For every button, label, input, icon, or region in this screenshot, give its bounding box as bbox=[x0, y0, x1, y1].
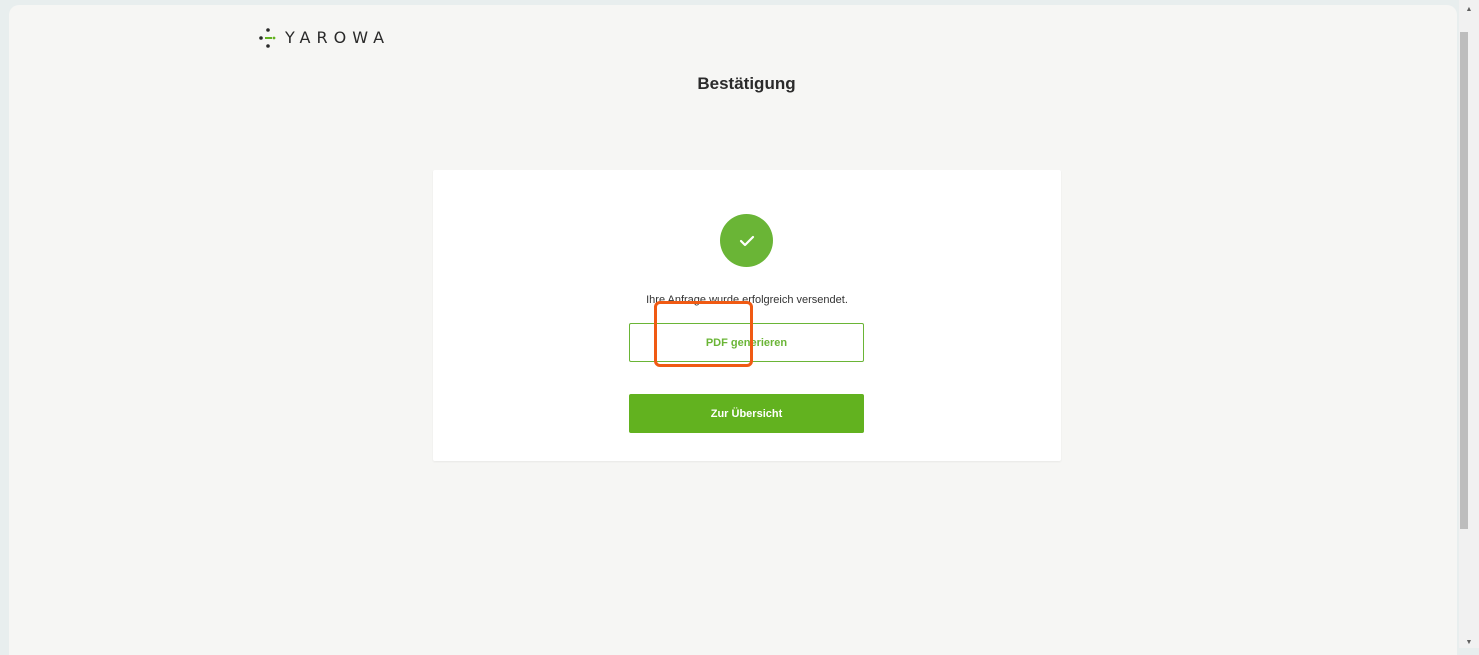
scrollbar-thumb[interactable] bbox=[1460, 32, 1468, 529]
generate-pdf-button[interactable]: PDF generieren bbox=[629, 323, 864, 362]
page-title: Bestätigung bbox=[697, 74, 796, 93]
overview-label: Zur Übersicht bbox=[710, 407, 783, 420]
app-window: YAROWA Bestätigung Ihre Anfrage wurde er… bbox=[9, 5, 1457, 655]
confirmation-card: Ihre Anfrage wurde erfolgreich versendet… bbox=[433, 170, 1061, 461]
scroll-down-arrow-icon[interactable]: ▼ bbox=[1459, 636, 1479, 648]
success-message: Ihre Anfrage wurde erfolgreich versendet… bbox=[646, 294, 848, 306]
brand-logo[interactable]: YAROWA bbox=[258, 26, 390, 50]
brand-name: YAROWA bbox=[285, 28, 391, 47]
overview-button[interactable]: Zur Übersicht bbox=[629, 394, 864, 433]
yarowa-logo-mark-icon bbox=[258, 27, 284, 49]
vertical-scrollbar[interactable]: ▲ ▼ bbox=[1459, 0, 1479, 648]
scroll-up-arrow-icon[interactable]: ▲ bbox=[1459, 3, 1479, 15]
checkmark-icon bbox=[720, 214, 773, 267]
generate-pdf-label: PDF generieren bbox=[705, 336, 788, 349]
